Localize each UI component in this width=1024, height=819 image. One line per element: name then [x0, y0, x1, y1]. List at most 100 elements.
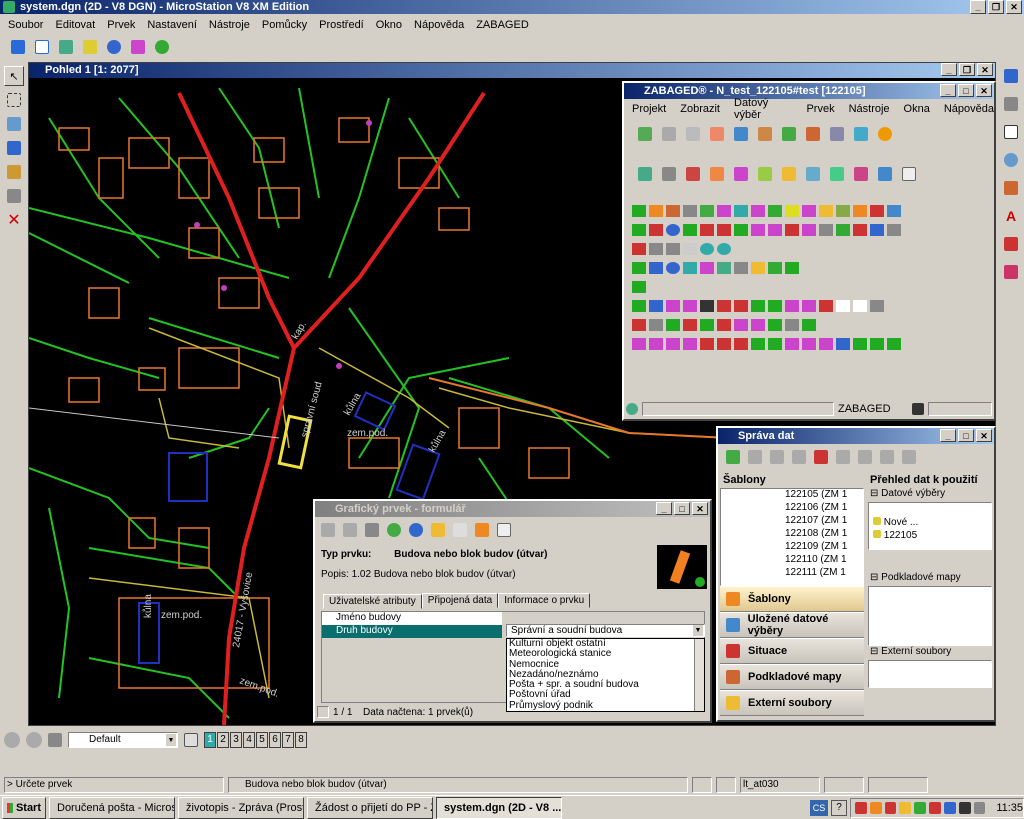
back-nav-icon[interactable] — [4, 732, 20, 748]
zabaged-tool-h-icon[interactable] — [806, 167, 820, 181]
zabaged-tools-icon[interactable] — [830, 127, 844, 141]
menu-pomucky[interactable]: Pomůcky — [262, 19, 307, 31]
task-microstation[interactable]: system.dgn (2D - V8 ... — [436, 796, 562, 819]
list-item[interactable]: 122108 (ZM 1 — [785, 528, 863, 541]
zabaged-copy-icon[interactable] — [662, 127, 676, 141]
globe-icon[interactable] — [152, 37, 172, 57]
levels-icon[interactable] — [80, 37, 100, 57]
form-target-icon[interactable] — [409, 523, 423, 537]
menu-soubor[interactable]: Soubor — [8, 19, 43, 31]
form-undo-icon[interactable] — [343, 523, 357, 537]
form-minimize-button[interactable]: _ — [656, 502, 672, 515]
sprava-tool-5-icon[interactable] — [836, 450, 850, 464]
view-page-7[interactable]: 7 — [282, 732, 294, 748]
zabaged-menu-nastroje[interactable]: Nástroje — [849, 103, 890, 115]
sprava-tool-1-icon[interactable] — [748, 450, 762, 464]
speaker-icon[interactable] — [973, 801, 986, 814]
form-table-icon[interactable] — [475, 523, 489, 537]
view-page-6[interactable]: 6 — [269, 732, 281, 748]
list-item[interactable]: 122111 (ZM 1 — [785, 567, 863, 580]
forward-nav-icon[interactable] — [26, 732, 42, 748]
element-attr-icon[interactable] — [48, 733, 62, 747]
list-item[interactable]: 122109 (ZM 1 — [785, 541, 863, 554]
zabaged-pencil-icon[interactable] — [806, 127, 820, 141]
tray-icon-1[interactable] — [855, 801, 867, 814]
tray-icon-3[interactable] — [884, 801, 897, 814]
zabaged-printer-icon[interactable] — [902, 167, 916, 181]
right-tool-8-icon[interactable] — [1001, 262, 1021, 282]
grid-icon[interactable] — [128, 37, 148, 57]
zabaged-menu-prvek[interactable]: Prvek — [806, 103, 834, 115]
view-minimize-button[interactable]: _ — [941, 63, 957, 76]
sprava-tool-4-icon[interactable] — [814, 450, 828, 464]
start-button[interactable]: Start — [2, 796, 46, 819]
lock-icon[interactable] — [692, 777, 712, 793]
level-select[interactable]: Default ▼ — [68, 732, 178, 748]
text-tool-icon[interactable]: A — [1001, 206, 1021, 226]
form-filter-icon[interactable] — [365, 523, 379, 537]
podkladove-grid[interactable] — [868, 586, 992, 646]
form-close-button[interactable]: ✕ — [692, 502, 708, 515]
tray-icon-6[interactable] — [929, 801, 941, 814]
zabaged-menu-datovy-vyber[interactable]: Datový výběr — [734, 97, 792, 121]
section-externi[interactable]: ⊟ Externí soubory — [868, 646, 992, 660]
chevron-down-icon[interactable]: ▼ — [693, 625, 703, 636]
right-tool-3-icon[interactable] — [1001, 122, 1021, 142]
zabaged-add-icon[interactable] — [782, 127, 796, 141]
zabaged-menu-napoveda[interactable]: Nápověda — [944, 103, 994, 115]
delete-icon[interactable]: ✕ — [4, 210, 24, 230]
menu-prostredi[interactable]: Prostředí — [319, 19, 364, 31]
view-close-button[interactable]: ✕ — [977, 63, 993, 76]
view-page-8[interactable]: 8 — [295, 732, 307, 748]
zabaged-tool-k-icon[interactable] — [878, 167, 892, 181]
tray-icon-2[interactable] — [869, 801, 882, 814]
zabaged-edit-icon[interactable] — [758, 127, 772, 141]
task-zadost[interactable]: Žádost o přijetí do PP - Z... — [307, 796, 433, 819]
nav-situace[interactable]: Situace — [720, 638, 864, 664]
tab-informace[interactable]: Informace o prvku — [498, 593, 591, 608]
sprava-tool-8-icon[interactable] — [902, 450, 916, 464]
nav-podkladove[interactable]: Podkladové mapy — [720, 664, 864, 690]
sablony-list[interactable]: 122105 (ZM 1 122106 (ZM 1 122107 (ZM 1 1… — [720, 488, 864, 586]
tab-pripojena[interactable]: Připojená data — [421, 593, 499, 608]
tree-item-nove[interactable]: Nové ... — [873, 517, 991, 530]
modify-icon[interactable] — [4, 162, 24, 182]
zabaged-open-icon[interactable] — [638, 127, 652, 141]
tray-icon-8[interactable] — [958, 801, 971, 814]
externi-grid[interactable] — [868, 660, 992, 688]
zabaged-eraser-icon[interactable] — [710, 127, 724, 141]
zabaged-tool-e-icon[interactable] — [734, 167, 748, 181]
nav-sablony[interactable]: Šablony — [720, 586, 864, 612]
view-page-2[interactable]: 2 — [217, 732, 229, 748]
zabaged-tool-b-icon[interactable] — [662, 167, 676, 181]
dropdown-scrollbar[interactable] — [694, 639, 704, 711]
view-page-3[interactable]: 3 — [230, 732, 242, 748]
form-save-icon[interactable] — [321, 523, 335, 537]
menu-prvek[interactable]: Prvek — [107, 19, 135, 31]
task-outlook[interactable]: Doručená pošta - Microso... — [49, 796, 175, 819]
info-icon[interactable] — [104, 37, 124, 57]
nav-ulozene[interactable]: Uložené datové výběry — [720, 612, 864, 638]
right-tool-1-icon[interactable] — [1001, 66, 1021, 86]
fence-icon[interactable] — [4, 90, 24, 110]
menu-nastroje[interactable]: Nástroje — [209, 19, 250, 31]
zabaged-tool-f-icon[interactable] — [758, 167, 772, 181]
close-button[interactable]: ✕ — [1006, 0, 1022, 14]
sprava-add-icon[interactable] — [726, 450, 740, 464]
view-page-5[interactable]: 5 — [256, 732, 268, 748]
zabaged-map-icon[interactable] — [854, 127, 868, 141]
tab-uzivatelske[interactable]: Uživatelské atributy — [323, 594, 422, 609]
view-page-1[interactable]: 1 — [204, 732, 216, 748]
menu-editovat[interactable]: Editovat — [55, 19, 95, 31]
menu-zabaged[interactable]: ZABAGED — [476, 19, 529, 31]
form-hand-icon[interactable] — [431, 523, 445, 537]
list-item[interactable]: 122106 (ZM 1 — [785, 502, 863, 515]
lang-indicator[interactable]: CS — [810, 799, 828, 816]
task-zivotopis[interactable]: životopis - Zpráva (Prostý... — [178, 796, 304, 819]
sprava-maximize-button[interactable]: □ — [958, 429, 974, 442]
menu-okno[interactable]: Okno — [376, 19, 402, 31]
nav-externi[interactable]: Externí soubory — [720, 690, 864, 716]
tray-icon-5[interactable] — [914, 801, 927, 814]
menu-napoveda[interactable]: Nápověda — [414, 19, 464, 31]
zabaged-tool-c-icon[interactable] — [686, 167, 700, 181]
